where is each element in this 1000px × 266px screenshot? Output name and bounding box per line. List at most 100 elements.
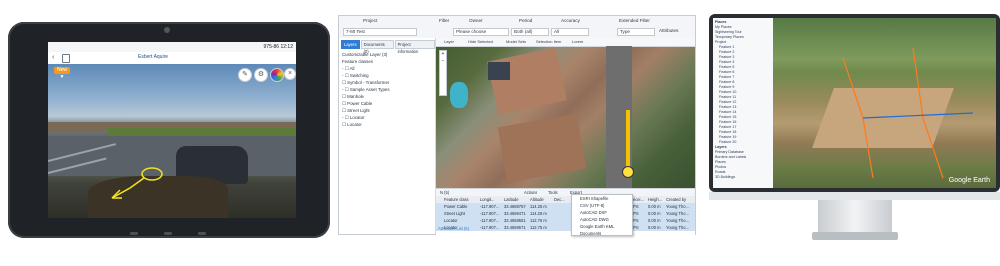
toolbar-hide-selected[interactable]: Hide Selected	[468, 39, 493, 44]
table-header: Feature class Longit... Latitude Altitud…	[436, 196, 695, 203]
tools-button[interactable]: Tools	[548, 190, 558, 195]
table-cell: 33.4659757	[504, 204, 526, 209]
tab-layers[interactable]: Layers	[341, 40, 360, 49]
actions-button[interactable]: Actions	[524, 190, 537, 195]
settings-icon[interactable]: ⚙	[254, 68, 268, 82]
satellite-map[interactable]: Layer Hide Selected Model Sets Selection…	[436, 38, 695, 188]
pool	[450, 82, 468, 108]
column-header[interactable]: Latitude	[504, 197, 526, 202]
app-title: Esbert Aquire	[138, 54, 169, 60]
attributes-list-link[interactable]: Attributes List (5)	[438, 226, 469, 231]
table-cell: -117.907...	[480, 211, 500, 216]
new-button[interactable]: New ▼	[54, 67, 70, 80]
table-row[interactable]: Power Cable -117.907... 33.4659757 114.2…	[436, 203, 695, 210]
tree-item[interactable]: - ☐ Locator	[342, 114, 390, 121]
toolbar-lorem[interactable]: Lorem	[572, 39, 583, 44]
hardware-button	[130, 232, 138, 235]
menu-item-esri[interactable]: ESRI Shapefile	[572, 195, 632, 202]
accuracy-label: Accuracy	[561, 18, 580, 23]
menu-item-csv[interactable]: CSV (UTF-8)	[572, 202, 632, 209]
places-sidebar: Places My Places Sightseeing Tour Temporary…	[713, 18, 774, 188]
extended-filter-label: Extended Filter	[619, 18, 650, 23]
places-list: Places My Places Sightseeing Tour Temporary…	[715, 20, 746, 180]
table-cell: 0.00 m	[648, 218, 661, 223]
type-select[interactable]: Type	[617, 28, 655, 36]
tree-item[interactable]: ☐ Symbol - Transformer	[342, 79, 390, 86]
accuracy-select[interactable]: All	[551, 28, 589, 36]
back-icon[interactable]: ‹	[52, 54, 54, 61]
attributes-label[interactable]: Attributes	[659, 28, 678, 33]
table-cell: Locator	[444, 218, 458, 223]
menu-item-documents[interactable]: Documents	[572, 230, 632, 237]
filter-header: Project 7-Mt Test Filter Owner Please ch…	[339, 16, 695, 39]
tree-item[interactable]: Feature classes	[342, 58, 390, 65]
zoom-in-icon[interactable]: +	[440, 51, 446, 58]
column-header[interactable]: Heigh...	[648, 197, 662, 202]
annotation-marker	[111, 167, 163, 199]
map-toolbar: Layer Hide Selected Model Sets Selection…	[436, 38, 695, 47]
table-summary: N (5)	[440, 190, 450, 195]
column-header[interactable]: Feature class	[444, 197, 478, 202]
menu-item-kml[interactable]: Google Earth KML	[572, 223, 632, 230]
table-cell: Power Cable	[444, 204, 468, 209]
desktop-app-window: Project 7-Mt Test Filter Owner Please ch…	[338, 15, 696, 236]
column-header[interactable]: Created by	[666, 197, 693, 202]
project-label: Project	[363, 18, 378, 23]
tree-item[interactable]: ☐ Street Light	[342, 107, 390, 114]
zoom-control[interactable]: + −	[439, 50, 447, 96]
table-row[interactable]: Street Light -117.907... 33.4659471 114.…	[436, 210, 695, 217]
monitor-chin	[709, 192, 1000, 200]
table-cell: 114.25 m	[530, 204, 547, 209]
monitor-screen: Places My Places Sightseeing Tour Temporary…	[713, 18, 996, 188]
edit-icon[interactable]: ✎	[238, 68, 252, 82]
hardware-button	[164, 232, 172, 235]
column-header[interactable]: Dec...	[554, 197, 568, 202]
tab-documents[interactable]: Documents (0)	[360, 40, 394, 54]
toolbar-layer[interactable]: Layer	[444, 39, 454, 44]
tree-item[interactable]: - ☐ All	[342, 65, 390, 72]
period-label: Period	[519, 18, 533, 23]
tree-item[interactable]: Customizable Layer (3)	[342, 51, 390, 58]
document-icon[interactable]	[62, 54, 70, 63]
earth-view[interactable]: Google Earth	[773, 18, 996, 188]
toolbar-selection-item[interactable]: Selection Item	[536, 39, 561, 44]
tree-item[interactable]: ☐ Power Cable	[342, 100, 390, 107]
tab-project-information[interactable]: Project information	[394, 40, 435, 54]
tablet-screen: 975-86 12:12 ‹ Esbert Aquire New ▼ ✎ ⚙ ×	[48, 42, 296, 218]
menu-item-dxf[interactable]: AutoCAD DXF	[572, 209, 632, 216]
export-menu: ESRI Shapefile CSV (UTF-8) AutoCAD DXF A…	[571, 194, 633, 236]
column-header[interactable]: Altitude	[530, 197, 550, 202]
column-header[interactable]: Longit...	[480, 197, 500, 202]
cable-route	[842, 47, 974, 179]
status-time: 975-86 12:12	[263, 44, 293, 50]
tree-item[interactable]: ☐ Locator	[342, 121, 390, 128]
project-select[interactable]: 7-Mt Test	[343, 28, 417, 36]
toolbar-model-sets[interactable]: Model Sets	[506, 39, 526, 44]
table-cell: Young Tho...	[666, 204, 689, 209]
table-cell: -117.907...	[480, 218, 500, 223]
menu-item-dwg[interactable]: AutoCAD DWG	[572, 216, 632, 223]
layer-tree: Customizable Layer (3) Feature classes -…	[342, 51, 390, 128]
close-icon[interactable]: ×	[284, 68, 296, 80]
owner-label: Owner	[469, 18, 483, 23]
asset-marker[interactable]	[622, 166, 634, 178]
google-earth-watermark: Google Earth	[948, 177, 990, 184]
tree-item[interactable]: - ☐ Sample Asset Types	[342, 86, 390, 93]
table-row[interactable]: Locator -117.907... 33.4659571 112.75 m …	[436, 224, 695, 231]
roof	[487, 47, 567, 115]
table-cell: 33.4659571	[504, 225, 526, 230]
places-item[interactable]: 3D Buildings	[715, 175, 746, 180]
period-select[interactable]: Both (all)	[511, 28, 549, 36]
table-cell: 112.75 m	[530, 225, 547, 230]
tablet-device: 975-86 12:12 ‹ Esbert Aquire New ▼ ✎ ⚙ ×	[8, 22, 330, 238]
table-cell: 0.00 m	[648, 225, 661, 230]
zoom-out-icon[interactable]: −	[440, 58, 446, 65]
table-cell: Young Tho...	[666, 225, 689, 230]
owner-select[interactable]: Please choose	[453, 28, 509, 36]
palette-icon[interactable]	[270, 68, 284, 82]
tree-item[interactable]: - ☐ Switching	[342, 72, 390, 79]
table-row[interactable]: Locator -117.907... 33.4659551 112.76 m …	[436, 217, 695, 224]
cable-line	[626, 110, 630, 170]
tree-item[interactable]: ☐ Manhole	[342, 93, 390, 100]
table-cell: Young Tho...	[666, 218, 689, 223]
